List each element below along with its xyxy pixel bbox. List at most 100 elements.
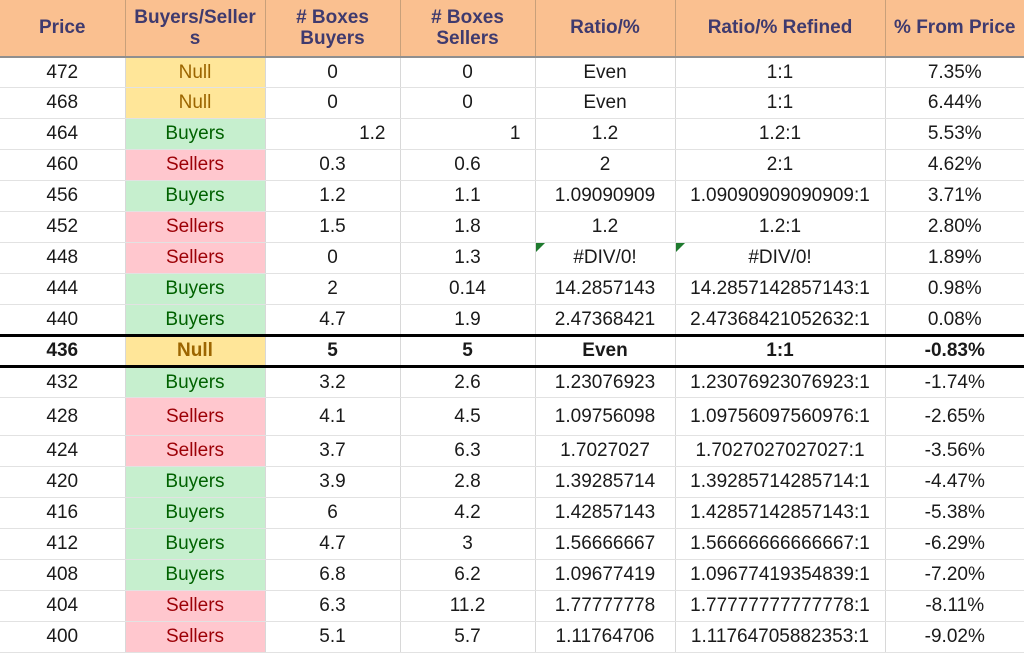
cell-ratio-refined[interactable]: 1.2:1 xyxy=(675,118,886,151)
cell-pct-from-price[interactable]: 5.53% xyxy=(885,118,1024,151)
cell-boxes-buyers[interactable]: 2 xyxy=(265,273,401,306)
cell-ratio-refined[interactable]: 1:1 xyxy=(675,334,886,369)
cell-pct-from-price[interactable]: -7.20% xyxy=(885,559,1024,591)
cell-ratio-refined[interactable]: 1.09756097560976:1 xyxy=(675,397,886,437)
cell-boxes-buyers[interactable]: 3.7 xyxy=(265,435,401,468)
table-row[interactable]: 456 Buyers 1.2 1.1 1.09090909 1.0909090909090… xyxy=(0,180,1024,213)
cell-ratio-refined[interactable]: 1:1 xyxy=(675,87,886,120)
cell-boxes-buyers[interactable]: 4.7 xyxy=(265,304,401,337)
cell-ratio[interactable]: #DIV/0! xyxy=(535,242,676,275)
cell-price[interactable]: 416 xyxy=(0,497,126,530)
cell-pct-from-price[interactable]: 4.62% xyxy=(885,149,1024,182)
cell-ratio-refined[interactable]: 1.39285714285714:1 xyxy=(675,466,886,499)
cell-boxes-sellers[interactable]: 3 xyxy=(400,528,536,560)
cell-boxes-sellers[interactable]: 0 xyxy=(400,87,536,120)
cell-price[interactable]: 420 xyxy=(0,466,126,499)
cell-price[interactable]: 436 xyxy=(0,334,126,369)
cell-ratio[interactable]: Even xyxy=(535,87,676,120)
cell-buyers-sellers[interactable]: Buyers xyxy=(125,559,266,591)
cell-boxes-buyers[interactable]: 4.7 xyxy=(265,528,401,560)
cell-price[interactable]: 424 xyxy=(0,435,126,468)
cell-pct-from-price[interactable]: -6.29% xyxy=(885,528,1024,560)
cell-boxes-sellers[interactable]: 4.5 xyxy=(400,397,536,437)
cell-buyers-sellers[interactable]: Null xyxy=(125,87,266,120)
cell-ratio-refined[interactable]: 1.09090909090909:1 xyxy=(675,180,886,213)
cell-buyers-sellers[interactable]: Sellers xyxy=(125,590,266,622)
cell-price[interactable]: 440 xyxy=(0,304,126,337)
cell-boxes-sellers[interactable]: 1.3 xyxy=(400,242,536,275)
cell-pct-from-price[interactable]: 0.08% xyxy=(885,304,1024,337)
cell-boxes-sellers[interactable]: 5 xyxy=(400,334,536,369)
cell-pct-from-price[interactable]: -4.47% xyxy=(885,466,1024,499)
cell-pct-from-price[interactable]: 3.71% xyxy=(885,180,1024,213)
cell-pct-from-price[interactable]: 7.35% xyxy=(885,57,1024,89)
cell-pct-from-price[interactable]: -8.11% xyxy=(885,590,1024,622)
cell-pct-from-price[interactable]: -9.02% xyxy=(885,621,1024,653)
cell-price[interactable]: 412 xyxy=(0,528,126,560)
cell-price[interactable]: 456 xyxy=(0,180,126,213)
cell-price[interactable]: 452 xyxy=(0,211,126,244)
column-header-pct-from-price[interactable]: % From Price xyxy=(885,0,1024,58)
cell-ratio-refined[interactable]: 1.23076923076923:1 xyxy=(675,366,886,398)
cell-ratio-refined[interactable]: 2:1 xyxy=(675,149,886,182)
cell-ratio[interactable]: 1.42857143 xyxy=(535,497,676,530)
table-row[interactable]: 424 Sellers 3.7 6.3 1.7027027 1.7027027027027… xyxy=(0,435,1024,468)
cell-ratio[interactable]: 1.39285714 xyxy=(535,466,676,499)
cell-buyers-sellers[interactable]: Sellers xyxy=(125,435,266,468)
table-row[interactable]: 432 Buyers 3.2 2.6 1.23076923 1.2307692307692… xyxy=(0,366,1024,398)
cell-boxes-buyers[interactable]: 1.5 xyxy=(265,211,401,244)
cell-price[interactable]: 472 xyxy=(0,57,126,89)
cell-ratio[interactable]: 1.09756098 xyxy=(535,397,676,437)
cell-ratio[interactable]: 1.09677419 xyxy=(535,559,676,591)
cell-boxes-buyers[interactable]: 3.2 xyxy=(265,366,401,398)
cell-pct-from-price[interactable]: -1.74% xyxy=(885,366,1024,398)
table-row[interactable]: 448 Sellers 0 1.3 #DIV/0! #DIV/0! 1.89% xyxy=(0,242,1024,275)
cell-boxes-buyers[interactable]: 6 xyxy=(265,497,401,530)
table-row[interactable]: 400 Sellers 5.1 5.7 1.11764706 1.117647058823… xyxy=(0,621,1024,653)
cell-boxes-buyers[interactable]: 1.2 xyxy=(265,180,401,213)
cell-pct-from-price[interactable]: 0.98% xyxy=(885,273,1024,306)
cell-buyers-sellers[interactable]: Buyers xyxy=(125,304,266,337)
cell-price[interactable]: 460 xyxy=(0,149,126,182)
table-row[interactable]: 472 Null 0 0 Even 1:1 7.35% xyxy=(0,57,1024,89)
cell-boxes-buyers[interactable]: 5.1 xyxy=(265,621,401,653)
cell-price[interactable]: 400 xyxy=(0,621,126,653)
cell-buyers-sellers[interactable]: Sellers xyxy=(125,149,266,182)
cell-boxes-sellers[interactable]: 1.1 xyxy=(400,180,536,213)
cell-price[interactable]: 448 xyxy=(0,242,126,275)
cell-ratio[interactable]: Even xyxy=(535,57,676,89)
table-row[interactable]: 452 Sellers 1.5 1.8 1.2 1.2:1 2.80% xyxy=(0,211,1024,244)
column-header-ratio[interactable]: Ratio/% xyxy=(535,0,676,58)
cell-boxes-buyers[interactable]: 5 xyxy=(265,334,401,369)
cell-buyers-sellers[interactable]: Buyers xyxy=(125,497,266,530)
cell-boxes-buyers[interactable]: 0.3 xyxy=(265,149,401,182)
cell-boxes-sellers[interactable]: 6.3 xyxy=(400,435,536,468)
cell-ratio[interactable]: 1.7027027 xyxy=(535,435,676,468)
column-header-boxes-sellers[interactable]: # Boxes Sellers xyxy=(400,0,536,58)
column-header-ratio-refined[interactable]: Ratio/% Refined xyxy=(675,0,886,58)
cell-buyers-sellers[interactable]: Buyers xyxy=(125,118,266,151)
cell-ratio-refined[interactable]: 1.42857142857143:1 xyxy=(675,497,886,530)
cell-buyers-sellers[interactable]: Sellers xyxy=(125,621,266,653)
cell-ratio-refined[interactable]: 14.2857142857143:1 xyxy=(675,273,886,306)
cell-ratio-refined[interactable]: #DIV/0! xyxy=(675,242,886,275)
cell-pct-from-price[interactable]: 2.80% xyxy=(885,211,1024,244)
table-row[interactable]: 416 Buyers 6 4.2 1.42857143 1.42857142857143:… xyxy=(0,497,1024,530)
cell-boxes-sellers[interactable]: 4.2 xyxy=(400,497,536,530)
cell-boxes-buyers[interactable]: 0 xyxy=(265,242,401,275)
cell-buyers-sellers[interactable]: Buyers xyxy=(125,366,266,398)
cell-ratio[interactable]: 1.09090909 xyxy=(535,180,676,213)
cell-price[interactable]: 464 xyxy=(0,118,126,151)
cell-pct-from-price[interactable]: 6.44% xyxy=(885,87,1024,120)
cell-pct-from-price[interactable]: -0.83% xyxy=(885,334,1024,369)
table-row[interactable]: 464 Buyers 1.2 1 1.2 1.2:1 5.53% xyxy=(0,118,1024,151)
cell-ratio[interactable]: 1.56666667 xyxy=(535,528,676,560)
cell-buyers-sellers[interactable]: Buyers xyxy=(125,273,266,306)
cell-boxes-buyers[interactable]: 6.3 xyxy=(265,590,401,622)
cell-ratio-refined[interactable]: 1.11764705882353:1 xyxy=(675,621,886,653)
cell-price[interactable]: 468 xyxy=(0,87,126,120)
column-header-boxes-buyers[interactable]: # Boxes Buyers xyxy=(265,0,401,58)
cell-ratio[interactable]: 14.2857143 xyxy=(535,273,676,306)
cell-buyers-sellers[interactable]: Sellers xyxy=(125,397,266,437)
cell-boxes-sellers[interactable]: 6.2 xyxy=(400,559,536,591)
